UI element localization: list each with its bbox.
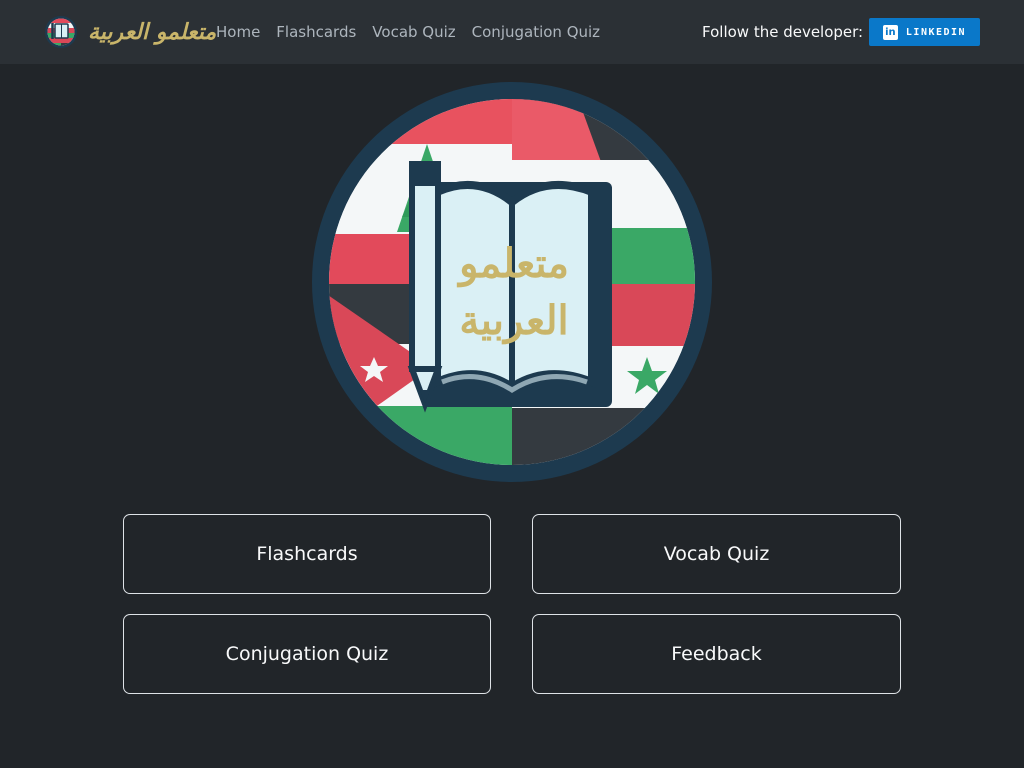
follow-developer: Follow the developer: [702, 0, 863, 64]
brand-text: متعلمو العربية [88, 19, 217, 45]
nav-links: Home Flashcards Vocab Quiz Conjugation Q… [208, 0, 608, 64]
linkedin-label: LINKEDIN [905, 26, 967, 38]
hero-logo-line1: متعلمو [456, 240, 569, 288]
nav-link-flashcards[interactable]: Flashcards [268, 23, 364, 41]
flashcards-button[interactable]: Flashcards [123, 514, 491, 594]
follow-developer-text: Follow the developer: [702, 23, 864, 41]
nav-link-vocab-quiz[interactable]: Vocab Quiz [364, 23, 463, 41]
arabic-learners-book-logo: متعلمو العربية [312, 82, 712, 482]
vocab-quiz-button[interactable]: Vocab Quiz [532, 514, 901, 594]
hero-logo-line2: العربية [459, 297, 568, 345]
arabic-learners-logo-icon [45, 16, 77, 48]
hero-logo: متعلمو العربية [312, 82, 712, 482]
nav-link-home[interactable]: Home [208, 23, 268, 41]
linkedin-button[interactable]: in LINKEDIN [869, 18, 980, 46]
nav-link-conjugation-quiz[interactable]: Conjugation Quiz [464, 23, 608, 41]
brand-link[interactable]: متعلمو العربية [44, 15, 216, 49]
linkedin-icon: in [882, 24, 898, 40]
feedback-button[interactable]: Feedback [532, 614, 901, 694]
top-navbar: متعلمو العربية Home Flashcards Vocab Qui… [0, 0, 1024, 64]
conjugation-quiz-button[interactable]: Conjugation Quiz [123, 614, 491, 694]
